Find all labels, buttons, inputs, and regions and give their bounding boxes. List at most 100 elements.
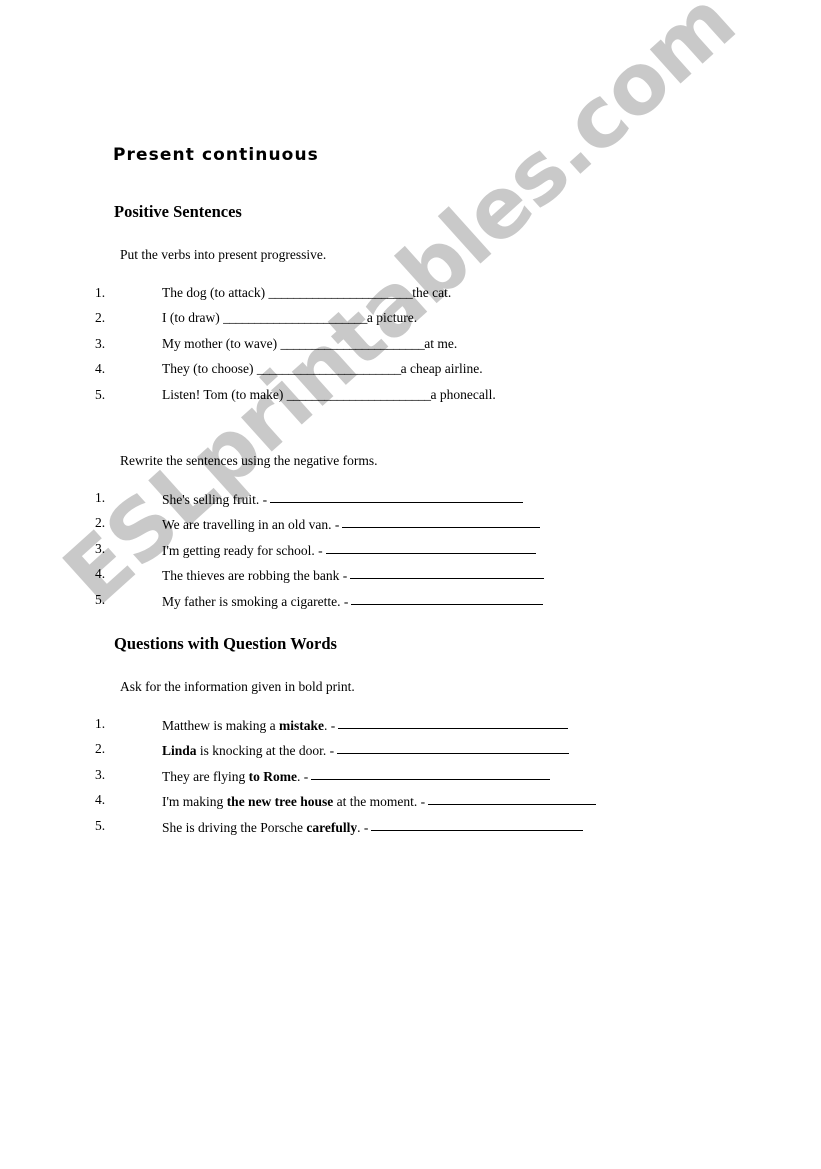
answer-rule[interactable] <box>338 716 569 729</box>
exercise-row: 5. My father is smoking a cigarette. - <box>0 592 821 617</box>
answer-blank[interactable]: _______________________ <box>268 285 412 300</box>
item-text-after: a picture. <box>366 310 418 326</box>
item-text-before: Listen! Tom (to make) <box>162 386 287 402</box>
answer-rule[interactable] <box>270 490 524 503</box>
instruction-positive-sentences: Put the verbs into present progressive. <box>120 247 327 262</box>
instruction-question-words: Ask for the information given in bold pr… <box>120 679 355 694</box>
item-text-pre: They are flying <box>162 768 249 784</box>
exercise-positive-sentences: 1. The dog (to attack) _________________… <box>0 285 821 412</box>
item-number: 2. <box>95 515 106 531</box>
answer-rule[interactable] <box>325 541 536 554</box>
item-sentence: I'm getting ready for school. - <box>162 542 323 558</box>
item-number: 2. <box>95 310 106 326</box>
answer-blank[interactable]: _______________________ <box>287 387 431 402</box>
section-heading-positive-sentences: Positive Sentences <box>114 202 242 221</box>
exercise-row: 2. I (to draw) _______________________a … <box>0 310 821 335</box>
exercise-row: 2. Linda is knocking at the door. - <box>0 741 821 766</box>
worksheet-page: ESLprintables.com Present continuous Pos… <box>0 0 821 1169</box>
answer-rule[interactable] <box>311 767 551 780</box>
item-number: 4. <box>95 792 106 808</box>
item-text-pre: She is driving the Porsche <box>162 819 307 835</box>
item-number: 3. <box>95 766 106 782</box>
item-text-before: I (to draw) <box>162 310 224 326</box>
item-number: 5. <box>95 591 106 607</box>
item-number: 1. <box>95 490 106 505</box>
exercise-row: 5. Listen! Tom (to make) _______________… <box>0 387 821 412</box>
answer-rule[interactable] <box>371 818 584 831</box>
exercise-row: 1. Matthew is making a mistake. - <box>0 716 821 741</box>
exercise-row: 4. I'm making the new tree house at the … <box>0 792 821 817</box>
item-text-post: . - <box>296 768 309 784</box>
exercise-row: 4. The thieves are robbing the bank - <box>0 566 821 591</box>
item-text-after: at me. <box>424 335 458 351</box>
item-text-before: My mother (to wave) <box>162 335 281 351</box>
item-text: The dog (to attack) ____________________… <box>162 285 451 301</box>
item-text: She is driving the Porsche carefully. - <box>162 818 584 836</box>
exercise-row: 3. They are flying to Rome. - <box>0 767 821 792</box>
item-text-post: is knocking at the door. - <box>196 743 335 759</box>
item-number: 2. <box>95 741 106 757</box>
exercise-row: 4. They (to choose) ____________________… <box>0 361 821 386</box>
item-number: 5. <box>95 386 106 402</box>
exercise-row: 1. The dog (to attack) _________________… <box>0 285 821 310</box>
answer-rule[interactable] <box>337 741 570 755</box>
item-bold-answer: mistake <box>278 718 324 733</box>
item-text: My father is smoking a cigarette. - <box>162 592 544 610</box>
item-text-before: The dog (to attack) <box>162 285 269 300</box>
item-text-post: at the moment. - <box>333 794 426 810</box>
item-text: My mother (to wave) ____________________… <box>162 336 457 352</box>
item-sentence: She's selling fruit. - <box>162 492 268 507</box>
section-heading-questions-with-question-words: Questions with Question Words <box>114 634 337 653</box>
item-bold-answer: Linda <box>162 743 197 759</box>
item-number: 3. <box>95 335 106 351</box>
answer-rule[interactable] <box>351 592 544 605</box>
worksheet-content: Present continuous Positive Sentences Pu… <box>0 0 821 1169</box>
answer-rule[interactable] <box>350 566 545 580</box>
item-text-after: a cheap airline. <box>400 361 483 377</box>
answer-rule[interactable] <box>342 515 541 529</box>
item-text: Linda is knocking at the door. - <box>162 741 570 759</box>
answer-blank[interactable]: _______________________ <box>257 361 401 376</box>
item-text: They (to choose) _______________________… <box>162 361 483 377</box>
exercise-row: 3. My mother (to wave) _________________… <box>0 336 821 361</box>
answer-rule[interactable] <box>428 792 597 806</box>
item-number: 1. <box>95 285 106 300</box>
exercise-row: 1. She's selling fruit. - <box>0 490 821 515</box>
item-text: She's selling fruit. - <box>162 490 524 508</box>
item-bold-answer: to Rome <box>248 768 297 784</box>
item-text: We are travelling in an old van. - <box>162 515 541 533</box>
instruction-negative-forms: Rewrite the sentences using the negative… <box>120 453 378 468</box>
item-text: They are flying to Rome. - <box>162 767 551 785</box>
page-title: Present continuous <box>113 145 319 165</box>
item-text-post: . - <box>357 819 369 835</box>
item-bold-answer: the new tree house <box>226 794 334 810</box>
item-text-after: a phonecall. <box>430 386 496 402</box>
item-number: 4. <box>95 566 106 582</box>
item-text: I'm getting ready for school. - <box>162 541 536 559</box>
item-number: 3. <box>95 540 106 556</box>
item-text-pre: I'm making <box>162 794 227 810</box>
item-text-post: . - <box>323 718 336 733</box>
item-sentence: We are travelling in an old van. - <box>162 517 340 533</box>
item-text: I'm making the new tree house at the mom… <box>162 792 597 810</box>
exercise-question-words: 1. Matthew is making a mistake. - 2. Lin… <box>0 716 821 843</box>
answer-blank[interactable]: _______________________ <box>280 336 424 351</box>
item-text: Matthew is making a mistake. - <box>162 716 569 734</box>
item-sentence: The thieves are robbing the bank - <box>162 568 348 584</box>
item-number: 5. <box>95 817 106 833</box>
item-text-after: the cat. <box>412 285 452 300</box>
exercise-row: 2. We are travelling in an old van. - <box>0 515 821 540</box>
item-number: 1. <box>95 716 106 731</box>
answer-blank[interactable]: _______________________ <box>223 310 367 325</box>
exercise-row: 5. She is driving the Porsche carefully.… <box>0 818 821 843</box>
exercise-row: 3. I'm getting ready for school. - <box>0 541 821 566</box>
item-bold-answer: carefully <box>306 819 358 835</box>
exercise-negative-forms: 1. She's selling fruit. - 2. We are trav… <box>0 490 821 617</box>
item-number: 4. <box>95 361 106 377</box>
item-text-before: They (to choose) <box>162 361 257 377</box>
item-text: The thieves are robbing the bank - <box>162 566 545 584</box>
item-text: Listen! Tom (to make) __________________… <box>162 387 496 403</box>
item-text-pre: Matthew is making a <box>162 718 279 733</box>
item-sentence: My father is smoking a cigarette. - <box>162 593 349 609</box>
item-text: I (to draw) _______________________a pic… <box>162 310 417 326</box>
